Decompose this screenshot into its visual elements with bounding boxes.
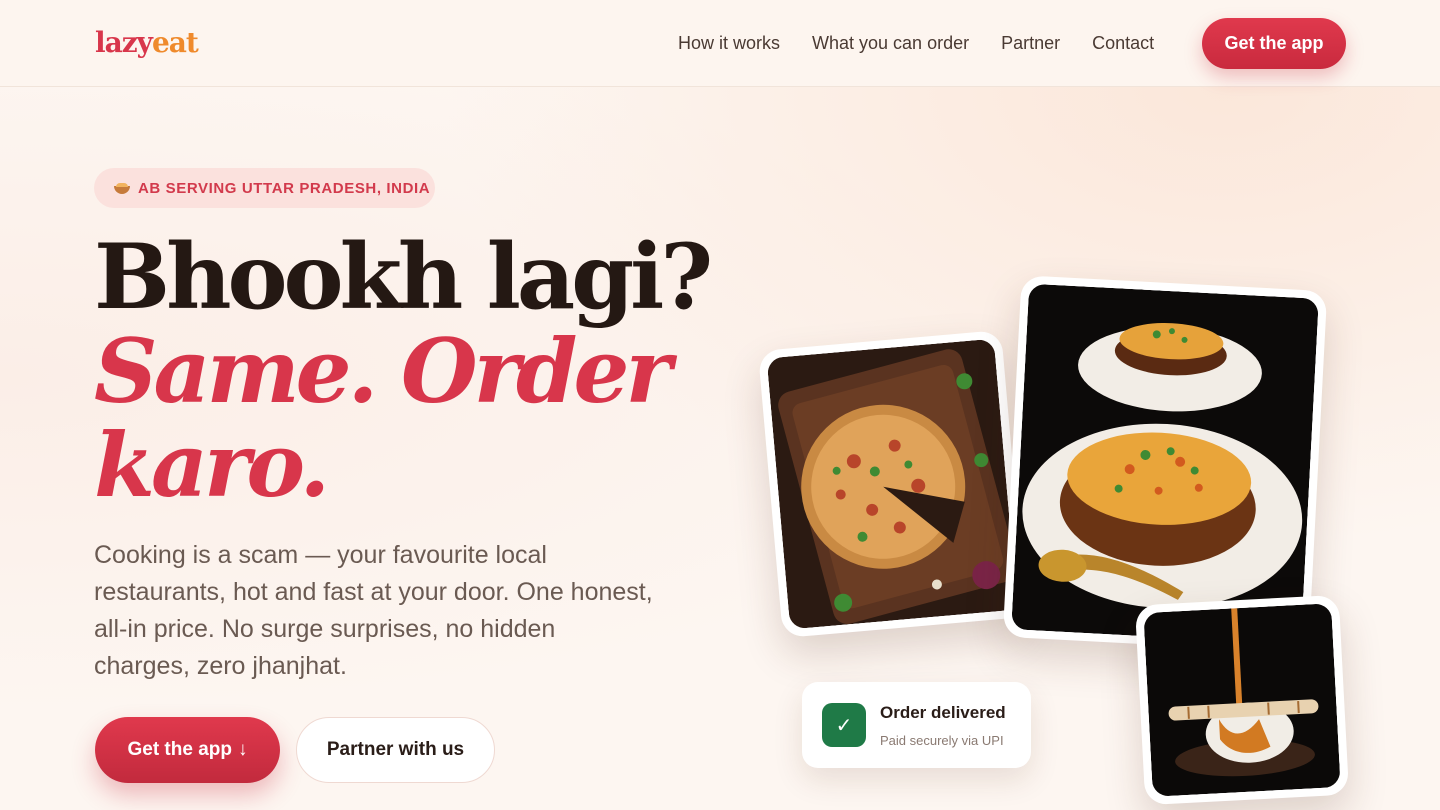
nav-how-it-works[interactable]: How it works [678,33,780,54]
main-nav: How it works What you can order Partner … [678,33,1154,54]
headline-line-1: Bhookh lagi? [94,224,713,330]
get-app-header-button[interactable]: Get the app [1202,18,1346,69]
location-badge: AB SERVING UTTAR PRADESH, INDIA [94,168,435,208]
pizza-photo [766,338,1018,630]
dessert-photo-card [1134,594,1350,806]
partner-with-us-button[interactable]: Partner with us [296,717,495,783]
toast-text: Order delivered Paid securely via UPI [880,703,1006,748]
logo-part-lazy: lazy [95,26,153,59]
biryani-photo [1011,283,1319,645]
biryani-photo-card [1002,275,1328,653]
toast-title: Order delivered [880,702,1006,722]
get-app-button-label: Get the app [127,739,232,760]
dessert-photo [1143,603,1341,797]
cooking-pot-icon [114,182,130,194]
pizza-photo-card [757,329,1027,639]
location-badge-text: AB SERVING UTTAR PRADESH, INDIA [138,179,431,197]
logo-part-eat: eat [151,26,199,59]
get-app-button[interactable]: Get the app ↓ [95,717,280,783]
nav-partner[interactable]: Partner [1001,33,1060,54]
order-delivered-toast: ✓ Order delivered Paid securely via UPI [802,682,1031,768]
hero-lead-text: Cooking is a scam — your favourite local… [94,541,653,680]
toast-subtitle: Paid securely via UPI [880,732,1004,748]
nav-contact[interactable]: Contact [1092,33,1154,54]
logo[interactable]: lazyeat [95,26,199,59]
nav-what-you-can-order[interactable]: What you can order [812,33,969,54]
headline-line-2: Same. Order [94,319,672,423]
hero-headline: Bhookh lagi? Same. Order karo. [94,224,713,517]
headline-line-3: karo. [94,413,330,517]
check-icon: ✓ [822,703,866,747]
site-header: lazyeat How it works What you can order … [0,0,1440,87]
arrow-down-icon: ↓ [238,739,248,760]
